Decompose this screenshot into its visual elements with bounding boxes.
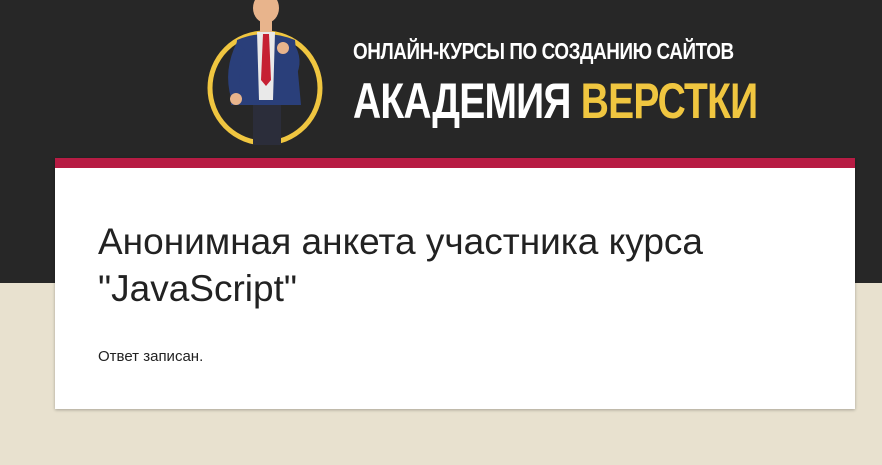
form-title: Анонимная анкета участника курса "JavaSc… [98, 221, 704, 309]
form-card: Анонимная анкета участника курса "JavaSc… [55, 158, 855, 409]
brand-name: АКАДЕМИЯ ВЕРСТКИ [353, 72, 758, 130]
confirmation-message: Ответ записан. [98, 348, 204, 365]
brand-tagline: ОНЛАЙН-КУРСЫ ПО СОЗДАНИЮ САЙТОВ [353, 38, 734, 64]
brand-name-accent: ВЕРСТКИ [580, 73, 758, 129]
brand-logo: ОНЛАЙН-КУРСЫ ПО СОЗДАНИЮ САЙТОВ АКАДЕМИЯ… [205, 0, 758, 150]
brand-name-main: АКАДЕМИЯ [353, 73, 581, 129]
page: ОНЛАЙН-КУРСЫ ПО СОЗДАНИЮ САЙТОВ АКАДЕМИЯ… [0, 0, 882, 465]
mascot-illustration [207, 0, 323, 145]
